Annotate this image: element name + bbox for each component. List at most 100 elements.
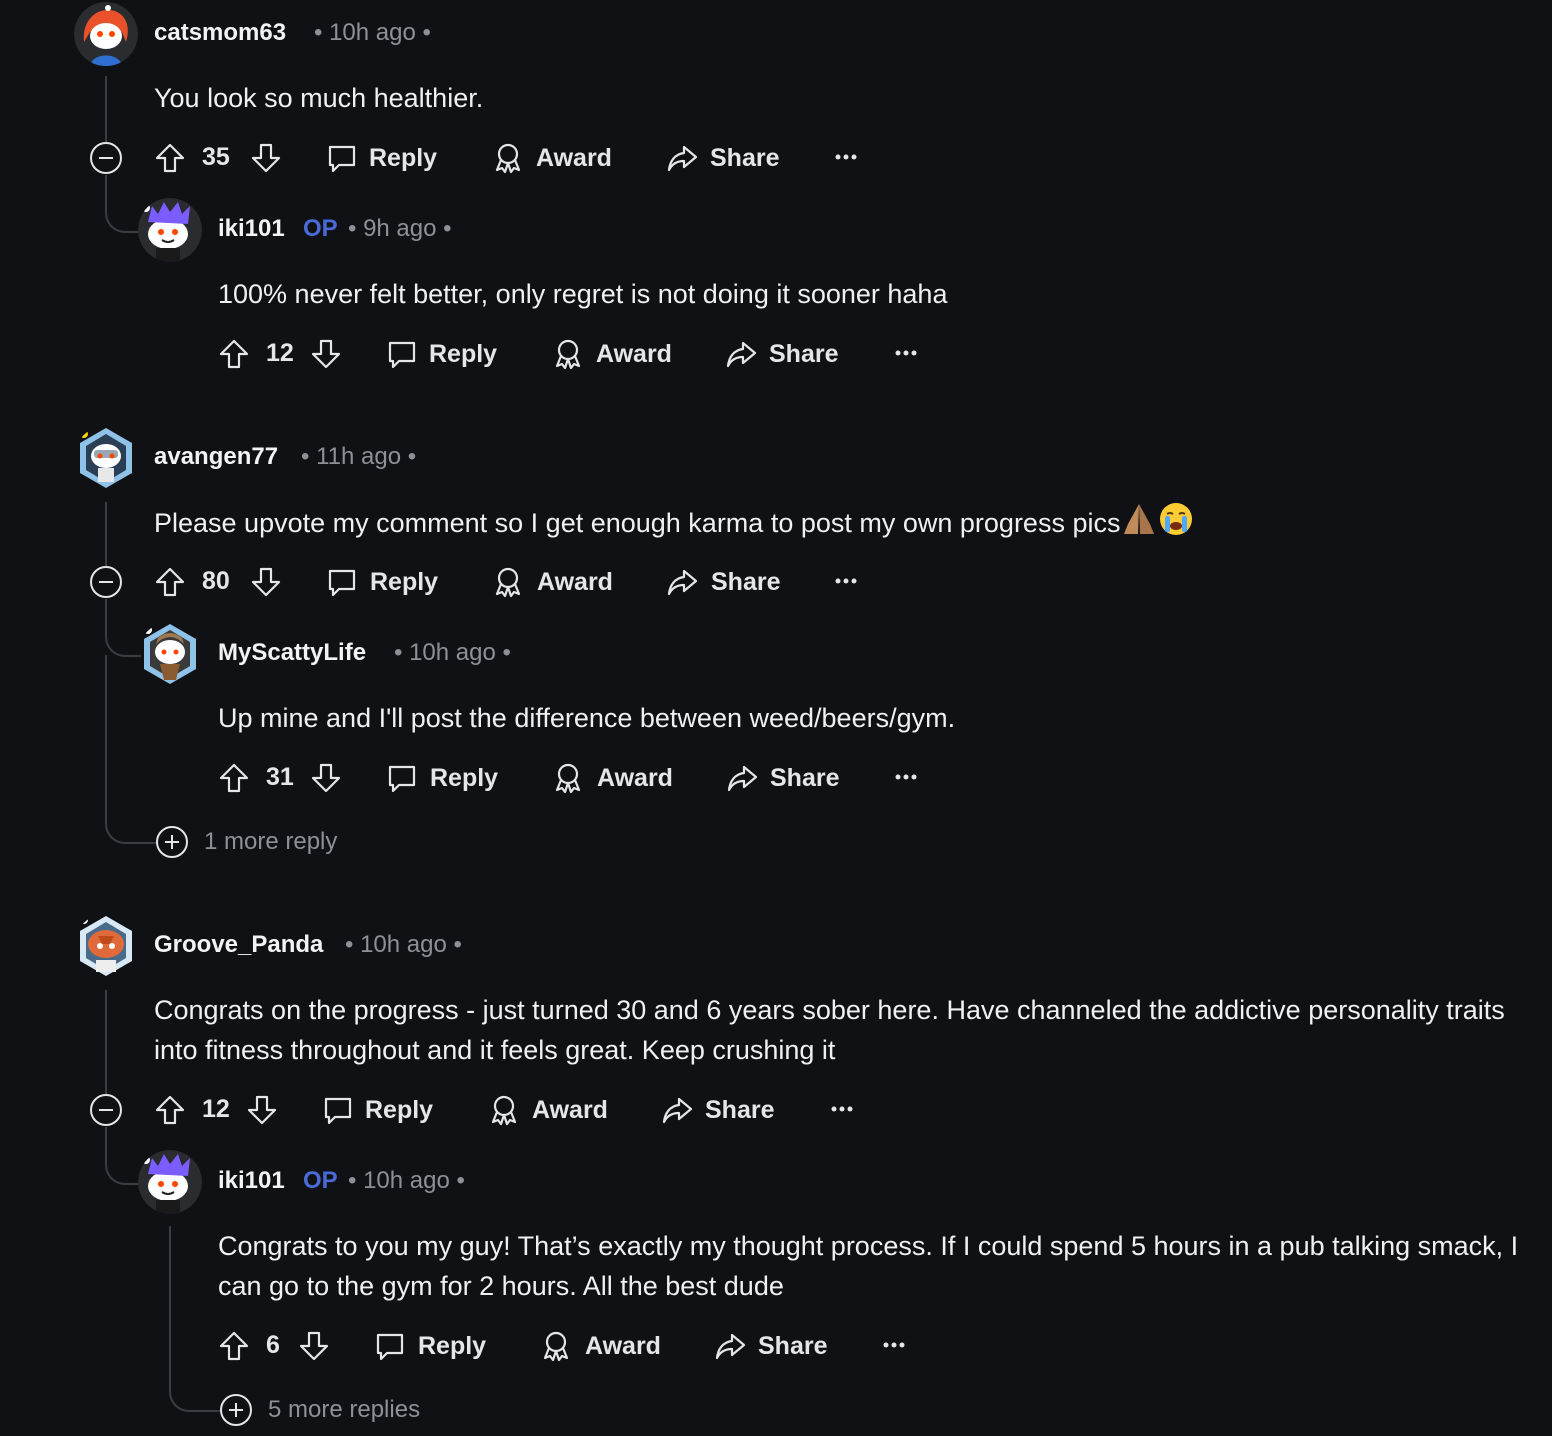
upvote-icon[interactable] (218, 1330, 250, 1362)
award-button[interactable]: Award (488, 1094, 608, 1126)
vote-count: 6 (266, 1331, 280, 1359)
share-button[interactable]: Share (726, 762, 839, 794)
downvote-icon[interactable] (250, 566, 282, 598)
vote-count: 12 (266, 339, 294, 367)
share-icon (714, 1330, 746, 1362)
reply-button[interactable]: Reply (386, 338, 497, 370)
share-icon (726, 762, 758, 794)
username[interactable]: iki101 (218, 215, 285, 243)
reply-button[interactable]: Reply (386, 762, 498, 794)
reply-label: Reply (429, 339, 498, 368)
crying-face-emoji-icon (1160, 503, 1193, 535)
avatar-iki101-icon (138, 1150, 202, 1214)
share-button[interactable]: Share (725, 338, 838, 370)
expand-replies-icon[interactable] (155, 825, 189, 859)
reply-icon (374, 1330, 406, 1362)
share-button[interactable]: Share (666, 566, 780, 598)
comment-text: Please upvote my comment so I get enough… (154, 508, 1121, 538)
upvote-icon[interactable] (154, 142, 186, 174)
collapse-thread-icon[interactable] (89, 565, 123, 599)
username[interactable]: iki101 (218, 1167, 285, 1195)
collapse-thread-icon[interactable] (89, 141, 123, 175)
avatar-groove-panda-icon (80, 916, 132, 976)
more-options-icon[interactable] (834, 153, 858, 161)
more-options-icon[interactable] (830, 1105, 854, 1113)
award-button[interactable]: Award (540, 1330, 661, 1362)
avatar[interactable] (74, 2, 138, 66)
share-button[interactable]: Share (714, 1330, 827, 1362)
award-label: Award (596, 339, 672, 368)
username[interactable]: Groove_Panda (154, 931, 323, 959)
reply-icon (386, 762, 418, 794)
more-options-icon[interactable] (882, 1341, 906, 1349)
collapse-thread-icon[interactable] (89, 1093, 123, 1127)
award-icon (552, 762, 584, 794)
timestamp: • 10h ago • (345, 931, 462, 958)
avatar[interactable] (138, 198, 202, 262)
downvote-icon[interactable] (310, 338, 342, 370)
thread-line[interactable] (105, 502, 107, 566)
comment-body: 100% never felt better, only regret is n… (218, 279, 948, 309)
award-button[interactable]: Award (492, 142, 612, 174)
downvote-icon[interactable] (298, 1330, 330, 1362)
timestamp: • 10h ago • (348, 1167, 465, 1194)
award-button[interactable]: Award (552, 762, 673, 794)
avatar-catsmom63-icon (74, 2, 138, 66)
timestamp: • 11h ago • (301, 443, 417, 470)
share-button[interactable]: Share (661, 1094, 774, 1126)
avatar[interactable] (138, 1150, 202, 1214)
username[interactable]: avangen77 (154, 443, 278, 471)
award-button[interactable]: Award (492, 566, 613, 598)
avatar[interactable] (138, 622, 202, 686)
thread-elbow (105, 1127, 141, 1185)
op-badge: OP (303, 1167, 338, 1194)
reply-button[interactable]: Reply (322, 1094, 433, 1126)
more-replies-link[interactable]: 5 more replies (268, 1396, 420, 1424)
avatar[interactable] (74, 914, 138, 978)
thread-line[interactable] (105, 76, 107, 142)
comment-body: Congrats on the progress - just turned 3… (154, 995, 1505, 1065)
avatar[interactable] (74, 426, 138, 490)
vote-count: 35 (202, 143, 230, 171)
share-button[interactable]: Share (666, 142, 779, 174)
thread-elbow (169, 1226, 221, 1412)
more-options-icon[interactable] (834, 577, 858, 585)
username[interactable]: MyScattyLife (218, 639, 366, 667)
reply-button[interactable]: Reply (326, 566, 438, 598)
downvote-icon[interactable] (310, 762, 342, 794)
award-icon (492, 142, 524, 174)
reply-label: Reply (369, 143, 438, 172)
award-icon (488, 1094, 520, 1126)
more-options-icon[interactable] (894, 773, 918, 781)
upvote-icon[interactable] (154, 566, 186, 598)
upvote-icon[interactable] (218, 762, 250, 794)
vote-count: 80 (202, 567, 230, 595)
thread-elbow (105, 599, 141, 657)
upvote-icon[interactable] (154, 1094, 186, 1126)
upvote-icon[interactable] (218, 338, 250, 370)
folded-hands-emoji-icon (1124, 504, 1155, 534)
comment-body: Congrats to you my guy! That’s exactly m… (218, 1231, 1519, 1301)
award-button[interactable]: Award (552, 338, 672, 370)
share-icon (725, 338, 757, 370)
share-label: Share (711, 567, 781, 596)
downvote-icon[interactable] (250, 142, 282, 174)
comment-body: You look so much healthier. (154, 83, 484, 113)
award-label: Award (597, 763, 673, 792)
reply-icon (322, 1094, 354, 1126)
downvote-icon[interactable] (246, 1094, 278, 1126)
username[interactable]: catsmom63 (154, 19, 286, 47)
share-icon (666, 142, 698, 174)
reply-label: Reply (370, 567, 439, 596)
expand-replies-icon[interactable] (219, 1393, 253, 1427)
more-replies-link[interactable]: 1 more reply (204, 828, 337, 856)
reply-button[interactable]: Reply (326, 142, 437, 174)
reply-button[interactable]: Reply (374, 1330, 486, 1362)
share-label: Share (710, 143, 780, 172)
award-label: Award (537, 567, 613, 596)
comment-body: Up mine and I'll post the difference bet… (218, 703, 956, 733)
reply-icon (326, 566, 358, 598)
more-options-icon[interactable] (894, 349, 918, 357)
share-label: Share (758, 1331, 828, 1360)
thread-line[interactable] (105, 990, 107, 1094)
